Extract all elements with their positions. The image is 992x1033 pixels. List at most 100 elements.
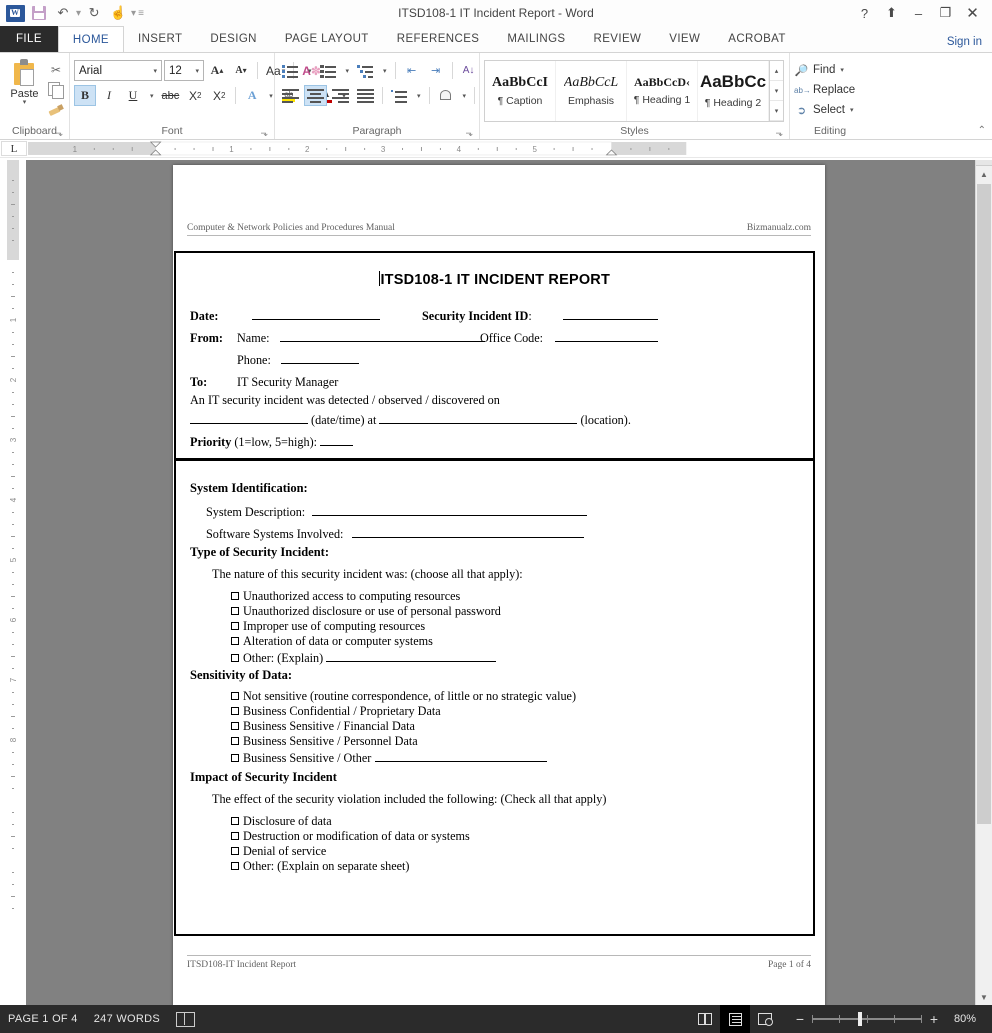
scroll-up-icon[interactable]: ▲ (976, 166, 992, 182)
minimize-icon[interactable]: – (905, 1, 932, 25)
save-icon[interactable] (28, 3, 50, 23)
checkbox-icon[interactable] (231, 692, 239, 700)
tab-references[interactable]: REFERENCES (383, 26, 494, 52)
location-blank-line[interactable] (379, 411, 577, 424)
zoom-out-button[interactable]: − (794, 1011, 806, 1027)
font-size-combo[interactable]: 12 ▾ (164, 60, 204, 81)
style-heading-1[interactable]: AaBbCcD‹ ¶ Heading 1 (627, 61, 698, 121)
restore-icon[interactable]: ❐ (932, 1, 959, 25)
checkbox-item[interactable]: Not sensitive (routine correspondence, o… (231, 689, 576, 704)
checkbox-item[interactable]: Destruction or modification of data or s… (231, 829, 470, 844)
tab-page-layout[interactable]: PAGE LAYOUT (271, 26, 383, 52)
italic-button[interactable]: I (98, 85, 120, 106)
shading-dropdown-icon[interactable]: ▾ (459, 85, 470, 106)
subscript-button[interactable]: X2 (184, 85, 206, 106)
checkbox-item[interactable]: Unauthorized access to computing resourc… (231, 589, 501, 604)
find-dropdown-icon[interactable]: ▾ (840, 66, 844, 74)
zoom-slider[interactable] (812, 1018, 922, 1020)
multilevel-dropdown-icon[interactable]: ▾ (379, 60, 390, 81)
paste-dropdown-icon[interactable]: ▾ (23, 100, 27, 106)
sensitivity-other-blank-line[interactable] (375, 749, 547, 762)
underline-button[interactable]: U (122, 85, 144, 106)
priority-blank-line[interactable] (320, 433, 353, 446)
style-emphasis[interactable]: AaBbCcL Emphasis (556, 61, 627, 121)
checkbox-icon[interactable] (231, 607, 239, 615)
name-blank-line[interactable] (280, 329, 485, 342)
zoom-in-button[interactable]: + (928, 1011, 940, 1027)
checkbox-item[interactable]: Improper use of computing resources (231, 619, 501, 634)
line-spacing-dropdown-icon[interactable]: ▾ (413, 85, 424, 106)
copy-icon[interactable] (47, 81, 65, 98)
bullets-icon[interactable] (279, 60, 302, 81)
checkbox-item[interactable]: Business Sensitive / Financial Data (231, 719, 576, 734)
undo-icon[interactable]: ↶ (52, 3, 74, 23)
paragraph-dialog-launcher-icon[interactable]: ⬎ (465, 128, 473, 139)
checkbox-item[interactable]: Business Sensitive / Other (231, 749, 576, 766)
checkbox-item[interactable]: Business Confidential / Proprietary Data (231, 704, 576, 719)
checkbox-icon[interactable] (231, 622, 239, 630)
checkbox-item[interactable]: Other: (Explain) (231, 649, 501, 666)
tab-mailings[interactable]: MAILINGS (493, 26, 579, 52)
type-other-blank-line[interactable] (326, 649, 496, 662)
split-window-handle[interactable] (976, 160, 992, 166)
align-left-icon[interactable] (279, 85, 302, 106)
font-dialog-launcher-icon[interactable]: ⬎ (260, 128, 268, 139)
checkbox-icon[interactable] (231, 862, 239, 870)
styles-dialog-launcher-icon[interactable]: ⬎ (775, 128, 783, 139)
styles-scroll-up-icon[interactable]: ▴ (770, 61, 783, 81)
system-description-blank-line[interactable] (312, 503, 587, 516)
font-name-chevron-down-icon[interactable]: ▾ (149, 67, 161, 75)
checkbox-item[interactable]: Alteration of data or computer systems (231, 634, 501, 649)
tab-home[interactable]: HOME (58, 26, 124, 53)
multilevel-list-icon[interactable] (354, 60, 377, 81)
superscript-button[interactable]: X2 (208, 85, 230, 106)
checkbox-icon[interactable] (231, 817, 239, 825)
checkbox-icon[interactable] (231, 847, 239, 855)
numbering-dropdown-icon[interactable]: ▾ (342, 60, 353, 81)
styles-gallery[interactable]: AaBbCcI ¶ Caption AaBbCcL Emphasis AaBbC… (484, 60, 784, 122)
paste-button[interactable]: Paste ▾ (4, 56, 45, 106)
cut-icon[interactable]: ✂ (47, 61, 65, 78)
datetime-blank-line[interactable] (190, 411, 308, 424)
vertical-scrollbar[interactable]: ▲ ▼ (975, 160, 992, 1005)
checkbox-icon[interactable] (231, 637, 239, 645)
numbering-icon[interactable] (317, 60, 340, 81)
select-dropdown-icon[interactable]: ▾ (850, 106, 854, 114)
touch-mode-icon[interactable]: ☝ (107, 3, 129, 23)
zoom-level-label[interactable]: 80% (954, 1013, 984, 1025)
shading-icon[interactable] (435, 85, 457, 106)
format-painter-icon[interactable] (47, 101, 65, 118)
style-caption[interactable]: AaBbCcI ¶ Caption (485, 61, 556, 121)
justify-icon[interactable] (354, 85, 377, 106)
view-web-layout-button[interactable] (750, 1005, 780, 1033)
undo-dropdown-icon[interactable]: ▾ (76, 8, 81, 19)
select-button[interactable]: ➲ Select ▾ (794, 100, 853, 120)
decrease-indent-icon[interactable]: ⇤ (401, 60, 423, 81)
document-canvas[interactable]: Computer & Network Policies and Procedur… (26, 160, 975, 1005)
tab-design[interactable]: DESIGN (196, 26, 271, 52)
software-systems-blank-line[interactable] (352, 525, 584, 538)
increase-indent-icon[interactable]: ⇥ (425, 60, 447, 81)
font-name-combo[interactable]: Arial ▾ (74, 60, 162, 81)
close-icon[interactable]: ✕ (959, 1, 986, 25)
scroll-down-icon[interactable]: ▼ (976, 989, 992, 1005)
checkbox-icon[interactable] (231, 592, 239, 600)
phone-blank-line[interactable] (281, 351, 359, 364)
word-count[interactable]: 247 WORDS (94, 1013, 160, 1025)
checkbox-item[interactable]: Other: (Explain on separate sheet) (231, 859, 470, 874)
scrollbar-thumb[interactable] (977, 184, 991, 824)
strikethrough-button[interactable]: abc (159, 85, 183, 106)
checkbox-icon[interactable] (231, 832, 239, 840)
touch-mode-dropdown-icon[interactable]: ▾ (131, 8, 136, 19)
tab-insert[interactable]: INSERT (124, 26, 196, 52)
align-center-icon[interactable] (304, 85, 327, 106)
replace-button[interactable]: ab→ Replace (794, 80, 855, 100)
tab-selector-button[interactable]: L (1, 141, 27, 156)
grow-font-icon[interactable]: A▴ (206, 60, 228, 81)
checkbox-item[interactable]: Denial of service (231, 844, 470, 859)
checkbox-icon[interactable] (231, 754, 239, 762)
help-icon[interactable]: ? (851, 1, 878, 25)
bullets-dropdown-icon[interactable]: ▾ (304, 60, 315, 81)
redo-icon[interactable]: ↻ (83, 3, 105, 23)
styles-scroll-down-icon[interactable]: ▾ (770, 81, 783, 101)
